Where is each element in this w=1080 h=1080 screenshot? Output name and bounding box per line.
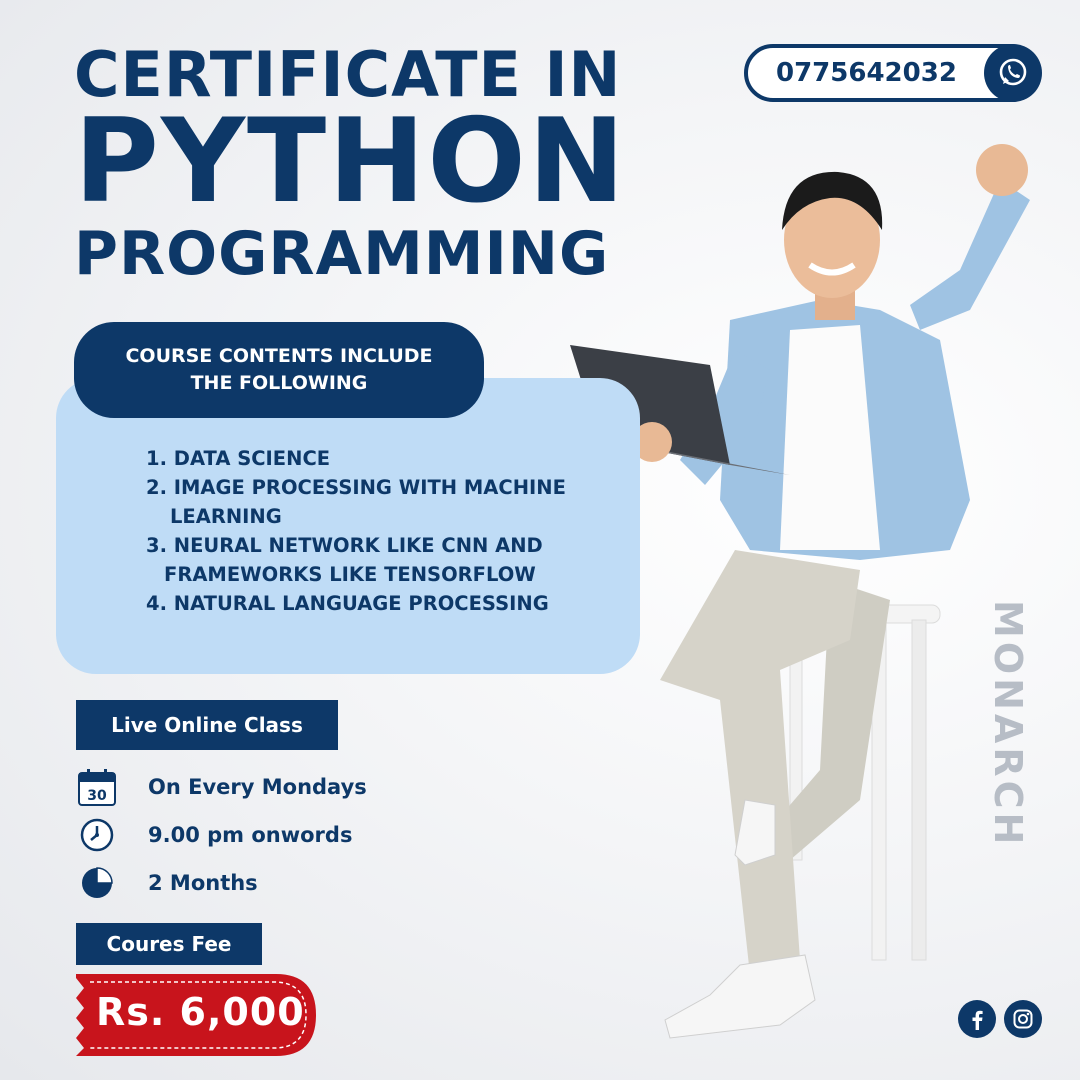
- title-line-3: PROGRAMMING: [74, 219, 610, 289]
- list-item: FRAMEWORKS LIKE TENSORFLOW: [164, 563, 536, 586]
- list-item: 4. NATURAL LANGUAGE PROCESSING: [146, 592, 549, 615]
- course-contents-list: 1. DATA SCIENCE 2. IMAGE PROCESSING WITH…: [146, 444, 566, 618]
- list-item: 3. NEURAL NETWORK LIKE CNN AND: [146, 534, 543, 557]
- course-contents-header: COURSE CONTENTS INCLUDE THE FOLLOWING: [74, 322, 484, 418]
- whatsapp-icon[interactable]: [984, 44, 1042, 102]
- list-item: 1. DATA SCIENCE: [146, 447, 331, 470]
- course-fee-label: Coures Fee: [76, 923, 262, 965]
- schedule-duration-text: 2 Months: [148, 871, 258, 895]
- course-contents-header-line-2: THE FOLLOWING: [190, 372, 368, 394]
- clock-icon: [76, 814, 118, 856]
- schedule-days-text: On Every Mondays: [148, 775, 367, 799]
- course-contents-header-line-1: COURSE CONTENTS INCLUDE: [125, 345, 433, 368]
- live-online-class-label: Live Online Class: [76, 700, 338, 750]
- course-fee-amount: Rs. 6,000: [96, 990, 305, 1034]
- schedule-time-row: 9.00 pm onwords: [76, 814, 352, 856]
- schedule-time-text: 9.00 pm onwords: [148, 823, 353, 847]
- schedule-duration-row: 2 Months: [76, 862, 258, 904]
- list-item: LEARNING: [170, 505, 282, 528]
- schedule-days-row: 30 On Every Mondays: [76, 766, 367, 808]
- calendar-day-number: 30: [87, 788, 107, 804]
- facebook-icon[interactable]: [958, 1000, 996, 1038]
- list-item: 2. IMAGE PROCESSING WITH MACHINE: [146, 476, 566, 499]
- calendar-icon: 30: [76, 766, 118, 808]
- phone-number: 0775642032: [776, 58, 957, 88]
- pie-chart-icon: [76, 862, 118, 904]
- title-line-2: PYTHON: [74, 94, 627, 229]
- instagram-icon[interactable]: [1004, 1000, 1042, 1038]
- brand-logo-text: MONARCH: [986, 600, 1030, 849]
